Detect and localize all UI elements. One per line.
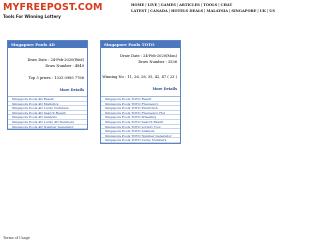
logo-text: MYFREEPOST.COM	[3, 2, 103, 13]
tagline: Tools For Winning Lottery	[3, 14, 61, 19]
more-details-link[interactable]: More Details	[60, 88, 85, 92]
nav-malaysia[interactable]: MALAYSIA	[206, 9, 228, 15]
top-navigation: HOME | LIVE | GAMES | ARTICLES | TOOLS | CHAT…	[131, 3, 301, 14]
nav-latest[interactable]: LATEST	[131, 9, 147, 15]
draw-date: Draw Date : 24-Feb-2020(Wed)	[27, 58, 84, 62]
panel-toto-links: Singapore Pools TOTO Result Singapore Po…	[101, 96, 180, 143]
panel-4d-body: Draw Date : 24-Feb-2020(Wed) Draw Number…	[8, 48, 87, 96]
top-3-prizes: Top 3 prizes : 1325 0985 7766	[28, 76, 84, 80]
draw-number: Draw Number : 4849	[45, 64, 84, 68]
site-logo[interactable]: MYFREEPOST.COM Tools For Winning Lottery	[3, 2, 103, 20]
nav-canada[interactable]: CANADA	[150, 9, 168, 15]
panel-toto: Singapore Pools TOTO Draw Date : 24-Feb-…	[100, 40, 181, 144]
footer-terms-link[interactable]: Terms of Usage	[3, 236, 30, 240]
nav-hotels-deals[interactable]: HOTELS DEALS	[171, 9, 203, 15]
panel-4d-title: Singapore Pools 4D	[8, 41, 87, 48]
panel-toto-title: Singapore Pools TOTO	[101, 41, 180, 48]
nav-singapore[interactable]: SINGAPORE	[231, 9, 256, 15]
winning-numbers: Winning No : 11, 26, 28, 35, 42, 47 ( 23…	[102, 75, 177, 79]
nav-row-2: LATEST | CANADA | HOTELS DEALS | MALAYSIA | …	[131, 9, 301, 15]
nav-us[interactable]: US	[269, 9, 275, 15]
panel-4d: Singapore Pools 4D Draw Date : 24-Feb-20…	[7, 40, 88, 131]
more-details-link[interactable]: More Details	[153, 87, 178, 91]
draw-date: Draw Date : 24-Feb-2020(Mon)	[120, 54, 177, 58]
list-item[interactable]: Singapore Pools TOTO Lucky Numbers	[101, 138, 180, 143]
draw-number: Draw Number : 3536	[138, 60, 177, 64]
panel-toto-body: Draw Date : 24-Feb-2020(Mon) Draw Number…	[101, 48, 180, 96]
panel-4d-links: Singapore Pools 4D Result Singapore Pool…	[8, 96, 87, 130]
list-item[interactable]: Singapore Pools 4D Number Generator	[8, 125, 87, 130]
